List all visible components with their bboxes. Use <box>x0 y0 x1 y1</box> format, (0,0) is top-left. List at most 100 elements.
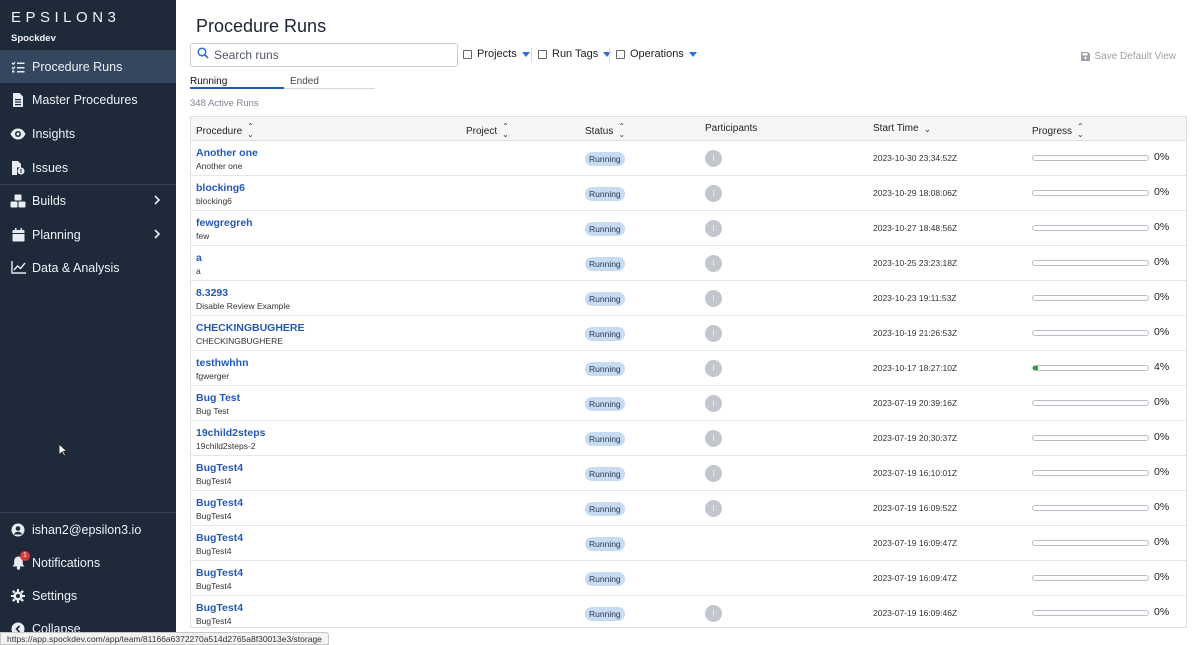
participant-avatar[interactable]: I <box>705 360 722 377</box>
projects-checkbox[interactable] <box>463 49 472 59</box>
progress-bar <box>1032 225 1149 231</box>
procedure-link[interactable]: BugTest4 <box>196 497 243 509</box>
participant-avatar[interactable]: I <box>705 430 722 447</box>
table-row[interactable]: Another one Another one Running I 2023-10-30… <box>191 141 1186 176</box>
operations-checkbox[interactable] <box>616 49 625 59</box>
procedure-link[interactable]: 19child2steps <box>196 427 265 439</box>
table-row[interactable]: BugTest4 BugTest4 Running 2023-07-19 16:09:… <box>191 561 1186 596</box>
table-row[interactable]: 19child2steps 19child2steps-2 Running I 2023… <box>191 421 1186 456</box>
table-row[interactable]: a a Running I 2023-10-25 23:23:18Z 0% <box>191 246 1186 281</box>
table-row[interactable]: blocking6 blocking6 Running I 2023-10-29 18:… <box>191 176 1186 211</box>
col-status[interactable]: Status ⌃ ⌄ <box>585 123 625 139</box>
table-row[interactable]: BugTest4 BugTest4 Running 2023-07-19 16:09:… <box>191 526 1186 561</box>
run-tags-checkbox[interactable] <box>538 49 547 59</box>
procedure-link[interactable]: blocking6 <box>196 182 245 194</box>
procedure-link[interactable]: a <box>196 252 202 264</box>
status-badge: Running <box>585 222 625 236</box>
status-badge: Running <box>585 397 625 411</box>
participant-avatar[interactable]: I <box>705 185 722 202</box>
progress-percent: 0% <box>1154 186 1170 198</box>
app-logo[interactable]: EPSILON3 <box>11 9 120 26</box>
table-row[interactable]: BugTest4 BugTest4 Running I 2023-07-19 16:10… <box>191 456 1186 491</box>
status-badge: Running <box>585 467 625 481</box>
table-row[interactable]: BugTest4 BugTest4 Running I 2023-07-19 16:09… <box>191 491 1186 526</box>
nav-insights[interactable]: Insights <box>0 117 176 150</box>
chevron-right-icon <box>150 193 164 207</box>
procedure-link[interactable]: BugTest4 <box>196 532 243 544</box>
status-badge: Running <box>585 152 625 166</box>
col-label: Start Time <box>873 123 919 134</box>
nav-builds[interactable]: Builds <box>0 184 176 217</box>
table-row[interactable]: CHECKINGBUGHERE CHECKINGBUGHERE Running I 20… <box>191 316 1186 351</box>
participant-avatar[interactable]: I <box>705 325 722 342</box>
progress-percent: 0% <box>1154 396 1170 408</box>
participant-avatar[interactable]: I <box>705 255 722 272</box>
procedure-link[interactable]: fewgregreh <box>196 217 253 229</box>
start-time: 2023-07-19 16:09:47Z <box>873 573 958 583</box>
caret-down-icon <box>603 51 612 57</box>
col-procedure[interactable]: Procedure ⌃ ⌄ <box>196 123 254 139</box>
progress-percent: 0% <box>1154 431 1170 443</box>
save-icon <box>1081 52 1091 61</box>
filter-label: Run Tags <box>552 48 599 60</box>
page-title: Procedure Runs <box>196 16 327 36</box>
participant-avatar[interactable]: I <box>705 150 722 167</box>
procedure-link[interactable]: 8.3293 <box>196 287 228 299</box>
operations-filter[interactable]: Operations <box>616 48 697 60</box>
search-box[interactable] <box>190 43 458 67</box>
participant-avatar[interactable]: I <box>705 290 722 307</box>
participant-avatar[interactable]: I <box>705 395 722 412</box>
procedure-link[interactable]: Another one <box>196 147 258 159</box>
caret-down-icon <box>521 51 530 57</box>
procedure-link[interactable]: CHECKINGBUGHERE <box>196 322 305 334</box>
sort-icon: ⌃ ⌄ <box>618 122 626 139</box>
start-time: 2023-10-30 23:34:52Z <box>873 153 958 163</box>
participant-avatar[interactable]: I <box>705 605 722 622</box>
run-tabs: Running Ended <box>190 76 375 89</box>
procedure-link[interactable]: Bug Test <box>196 392 240 404</box>
save-default-view-button[interactable]: Save Default View <box>1081 51 1176 62</box>
procedure-link[interactable]: BugTest4 <box>196 567 243 579</box>
tab-running[interactable]: Running <box>190 76 284 89</box>
table-row[interactable]: BugTest4 BugTest4 Running I 2023-07-19 16:09… <box>191 596 1186 627</box>
search-icon <box>197 46 209 64</box>
progress-percent: 0% <box>1154 326 1170 338</box>
projects-filter[interactable]: Projects <box>463 48 530 60</box>
col-progress[interactable]: Progress ⌃ ⌄ <box>1032 123 1084 139</box>
divider <box>609 48 610 62</box>
nav-label: Planning <box>32 227 81 242</box>
table-row[interactable]: 8.3293 Disable Review Example Running I 2023… <box>191 281 1186 316</box>
nav-issues[interactable]: Issues <box>0 151 176 184</box>
nav-settings[interactable]: Settings <box>0 579 176 612</box>
status-badge: Running <box>585 327 625 341</box>
sort-desc-icon: ⌄ <box>923 123 932 134</box>
participant-avatar[interactable]: I <box>705 220 722 237</box>
start-time: 2023-07-19 16:10:01Z <box>873 468 958 478</box>
team-name[interactable]: Spockdev <box>11 33 56 44</box>
nav-notifications[interactable]: 1 Notifications <box>0 546 176 579</box>
nav-label: Notifications <box>32 555 101 570</box>
notification-count-badge: 1 <box>20 551 30 561</box>
participant-avatar[interactable]: I <box>705 465 722 482</box>
tab-ended[interactable]: Ended <box>290 76 375 89</box>
table-row[interactable]: fewgregreh few Running I 2023-10-27 18:48:56… <box>191 211 1186 246</box>
nav-label: Issues <box>32 160 69 175</box>
procedure-link[interactable]: testhwhhn <box>196 357 249 369</box>
procedure-link[interactable]: BugTest4 <box>196 462 243 474</box>
participant-avatar[interactable]: I <box>705 500 722 517</box>
search-input[interactable] <box>214 48 454 62</box>
nav-procedure-runs[interactable]: Procedure Runs <box>0 50 176 83</box>
table-row[interactable]: testhwhhn fgwerger Running I 2023-10-17 18:2… <box>191 351 1186 386</box>
status-badge: Running <box>585 502 625 516</box>
run-tags-filter[interactable]: Run Tags <box>538 48 612 60</box>
nav-data-analysis[interactable]: Data & Analysis <box>0 251 176 284</box>
procedure-link[interactable]: BugTest4 <box>196 602 243 614</box>
nav-planning[interactable]: Planning <box>0 218 176 251</box>
start-time: 2023-10-19 21:26:53Z <box>873 328 958 338</box>
progress-percent: 0% <box>1154 536 1170 548</box>
nav-user-account[interactable]: ishan2@epsilon3.io <box>0 513 176 546</box>
nav-master-procedures[interactable]: Master Procedures <box>0 83 176 116</box>
col-project[interactable]: Project ⌃ ⌄ <box>466 123 509 139</box>
col-start-time[interactable]: Start Time ⌄ <box>873 123 931 134</box>
table-row[interactable]: Bug Test Bug Test Running I 2023-07-19 20:39… <box>191 386 1186 421</box>
